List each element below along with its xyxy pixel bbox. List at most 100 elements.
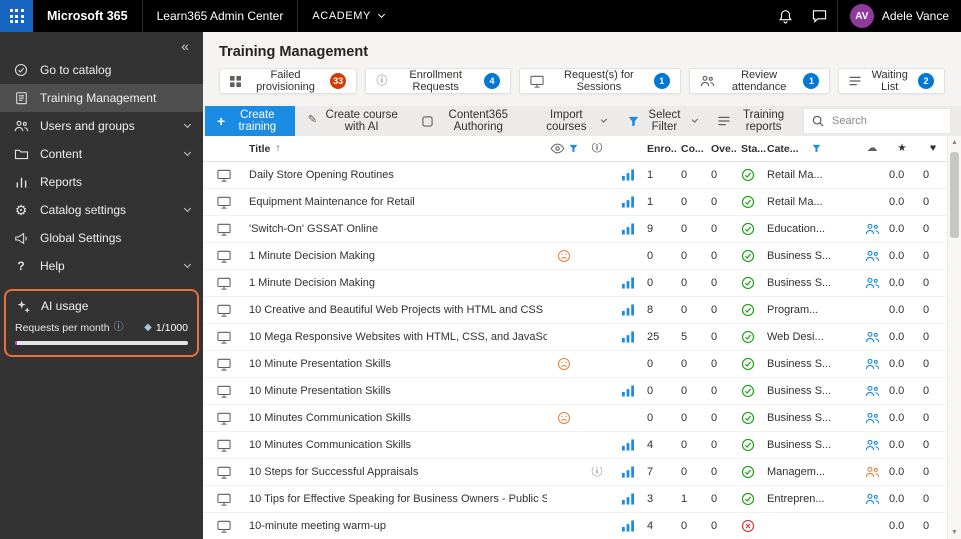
app-title[interactable]: Learn365 Admin Center <box>141 0 298 32</box>
collapse-sidebar-button[interactable]: « <box>181 38 189 54</box>
column-header-cloud[interactable]: ☁ <box>859 143 885 154</box>
scrollbar-thumb[interactable] <box>950 152 959 238</box>
overdue-count: 0 <box>711 439 718 451</box>
insights-cell[interactable] <box>613 196 643 208</box>
content365-label: Content365 Authoring <box>448 109 508 133</box>
product-name[interactable]: Microsoft 365 <box>33 0 142 32</box>
table-row[interactable]: 10 Creative and Beautiful Web Projects w… <box>203 297 947 324</box>
group-cell <box>859 331 885 343</box>
filter-icon <box>628 116 639 127</box>
status-cell <box>737 195 767 209</box>
eye-icon <box>549 143 565 154</box>
column-header-category[interactable]: Cate... <box>767 143 859 155</box>
import-courses-button[interactable]: Import courses <box>529 106 616 136</box>
completed-count: 5 <box>681 331 688 343</box>
insights-cell[interactable] <box>613 223 643 235</box>
insights-cell[interactable] <box>613 169 643 181</box>
app-launcher-button[interactable] <box>0 0 33 32</box>
vertical-scrollbar[interactable]: ▲ ▼ <box>947 136 961 539</box>
check-circle-icon <box>741 249 755 263</box>
insights-cell[interactable] <box>613 439 643 451</box>
people-icon <box>865 223 880 235</box>
sidebar-item-users-and-groups[interactable]: Users and groups <box>0 112 203 140</box>
search-input[interactable] <box>830 114 942 128</box>
gem-icon: ◆ <box>144 322 152 333</box>
sidebar-item-content[interactable]: Content <box>0 140 203 168</box>
table-row[interactable]: 10 Tips for Effective Speaking for Busin… <box>203 486 947 513</box>
table-row[interactable]: 10 Steps for Successful Appraisals ⓘ 7 0 0 Ma… <box>203 459 947 486</box>
create-training-button[interactable]: + Create training <box>205 106 296 136</box>
column-header-info[interactable]: ⓘ <box>581 143 613 154</box>
column-header-likes[interactable]: ♥ <box>919 143 947 154</box>
category-cell: Entrepren... <box>767 493 825 505</box>
column-header-overdue[interactable]: Ove... <box>707 143 737 155</box>
column-header-status[interactable]: Sta... <box>737 143 767 155</box>
table-row[interactable]: 10-minute meeting warm-up 4 0 0 0.0 0 <box>203 513 947 539</box>
scroll-down-arrow[interactable]: ▼ <box>951 529 958 536</box>
status-cell <box>737 519 767 533</box>
tenant-selector[interactable]: ACADEMY <box>297 0 398 32</box>
table-row[interactable]: 10 Minutes Communication Skills 4 0 0 Busine… <box>203 432 947 459</box>
info-icon[interactable]: ⓘ <box>114 323 124 333</box>
insights-cell[interactable] <box>613 385 643 397</box>
pill-failed-provisioning[interactable]: Failed provisioning 33 <box>219 68 358 94</box>
column-header-completed[interactable]: Co... <box>677 143 707 155</box>
group-cell <box>859 250 885 262</box>
ai-sparkle-icon <box>15 299 31 313</box>
sidebar-item-catalog-settings[interactable]: ⚙ Catalog settings <box>0 196 203 224</box>
monitor-icon <box>217 304 231 317</box>
people-icon <box>865 250 880 262</box>
table-row[interactable]: 'Switch-On' GSSAT Online 9 0 0 Education... 0… <box>203 216 947 243</box>
star-icon: ★ <box>897 143 907 154</box>
table-row[interactable]: 10 Minute Presentation Skills 0 0 0 Business… <box>203 378 947 405</box>
insights-cell[interactable] <box>613 277 643 289</box>
insights-cell[interactable] <box>613 493 643 505</box>
pill-enrollment-requests[interactable]: ⓘ Enrollment Requests 4 <box>365 68 512 94</box>
sidebar-item-go-to-catalog[interactable]: Go to catalog <box>0 56 203 84</box>
sidebar-item-help[interactable]: ? Help <box>0 252 203 280</box>
enrolled-count: 8 <box>647 304 654 316</box>
insights-cell[interactable] <box>613 331 643 343</box>
notifications-button[interactable] <box>769 0 803 32</box>
content365-authoring-button[interactable]: Content365 Authoring <box>412 106 527 136</box>
training-reports-button[interactable]: Training reports <box>708 106 801 136</box>
table-row[interactable]: 10 Mega Responsive Websites with HTML, C… <box>203 324 947 351</box>
table-row[interactable]: Daily Store Opening Routines 1 0 0 Retail Ma… <box>203 162 947 189</box>
insights-cell[interactable] <box>613 520 643 532</box>
heart-icon: ♥ <box>929 143 937 154</box>
table-row[interactable]: 10 Minute Presentation Skills 0 0 0 Business… <box>203 351 947 378</box>
select-filter-button[interactable]: Select Filter <box>618 106 706 136</box>
table-row[interactable]: Equipment Maintenance for Retail 1 0 0 Retai… <box>203 189 947 216</box>
insights-cell[interactable] <box>613 466 643 478</box>
sidebar-item-training-management[interactable]: Training Management <box>0 84 203 112</box>
pill-waiting-list[interactable]: Waiting List 2 <box>838 68 945 94</box>
overdue-count: 0 <box>711 223 718 235</box>
sidebar-item-label: Content <box>40 147 83 161</box>
sort-ascending-icon: ↑ <box>275 142 281 154</box>
column-header-enrolled[interactable]: Enro... <box>643 143 677 155</box>
pill-review-attendance[interactable]: Review attendance 1 <box>688 68 831 94</box>
enrolled-count: 0 <box>647 385 654 397</box>
insights-cell[interactable] <box>613 304 643 316</box>
pill-label: Enrollment Requests <box>409 69 462 93</box>
sidebar-item-global-settings[interactable]: Global Settings <box>0 224 203 252</box>
feedback-button[interactable] <box>803 0 837 32</box>
table-row[interactable]: 1 Minute Decision Making 0 0 0 Business S...… <box>203 243 947 270</box>
waffle-icon <box>9 9 24 23</box>
pill-request-s-for-sessions[interactable]: Request(s) for Sessions 1 <box>519 68 681 94</box>
rating-value: 0.0 <box>889 304 905 316</box>
enrolled-count: 25 <box>647 331 660 343</box>
scroll-up-arrow[interactable]: ▲ <box>951 139 958 146</box>
table-row[interactable]: 1 Minute Decision Making 0 0 0 Business S...… <box>203 270 947 297</box>
course-title: 10 Minute Presentation Skills <box>249 385 391 397</box>
create-course-with-ai-button[interactable]: ✎ Create course with AI <box>297 106 410 136</box>
column-header-rating[interactable]: ★ <box>885 143 919 154</box>
table-row[interactable]: 10 Minutes Communication Skills 0 0 0 Busine… <box>203 405 947 432</box>
account-menu[interactable]: AV Adele Vance <box>836 0 961 32</box>
column-header-visibility[interactable] <box>547 143 581 154</box>
chevron-down-icon <box>183 260 192 269</box>
page-title: Training Management <box>219 44 369 60</box>
sidebar-item-reports[interactable]: Reports <box>0 168 203 196</box>
check-circle-icon <box>741 168 755 182</box>
column-header-title[interactable]: Title ↑ <box>249 143 547 155</box>
